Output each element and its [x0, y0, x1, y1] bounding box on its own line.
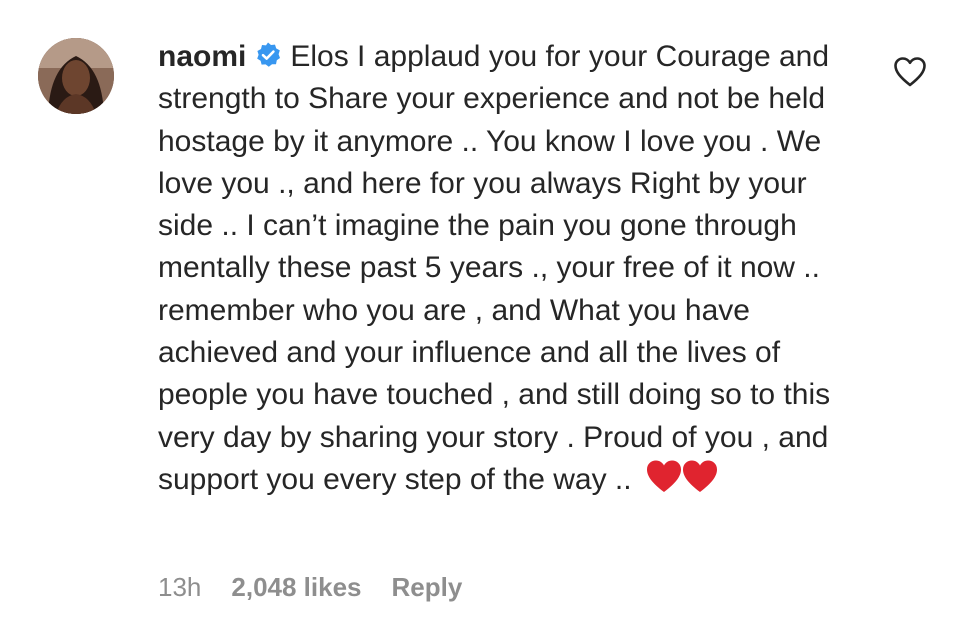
- heart-outline-icon[interactable]: [893, 56, 927, 88]
- comment-container: naomi Elos I applaud you for your Courag…: [0, 0, 980, 630]
- comment-meta: 13h 2,048 likes Reply: [158, 572, 462, 603]
- reply-button[interactable]: Reply: [392, 572, 463, 603]
- comment-text: Elos I applaud you for your Courage and …: [158, 40, 831, 496]
- comment-body: naomi Elos I applaud you for your Courag…: [158, 36, 858, 501]
- comment-username[interactable]: naomi: [158, 40, 246, 73]
- likes-count[interactable]: 2,048 likes: [231, 572, 361, 603]
- red-heart-emoji: [646, 460, 717, 492]
- avatar-image: [38, 38, 114, 114]
- avatar[interactable]: [38, 38, 114, 114]
- verified-badge-icon: [257, 42, 281, 67]
- comment-timestamp: 13h: [158, 572, 202, 602]
